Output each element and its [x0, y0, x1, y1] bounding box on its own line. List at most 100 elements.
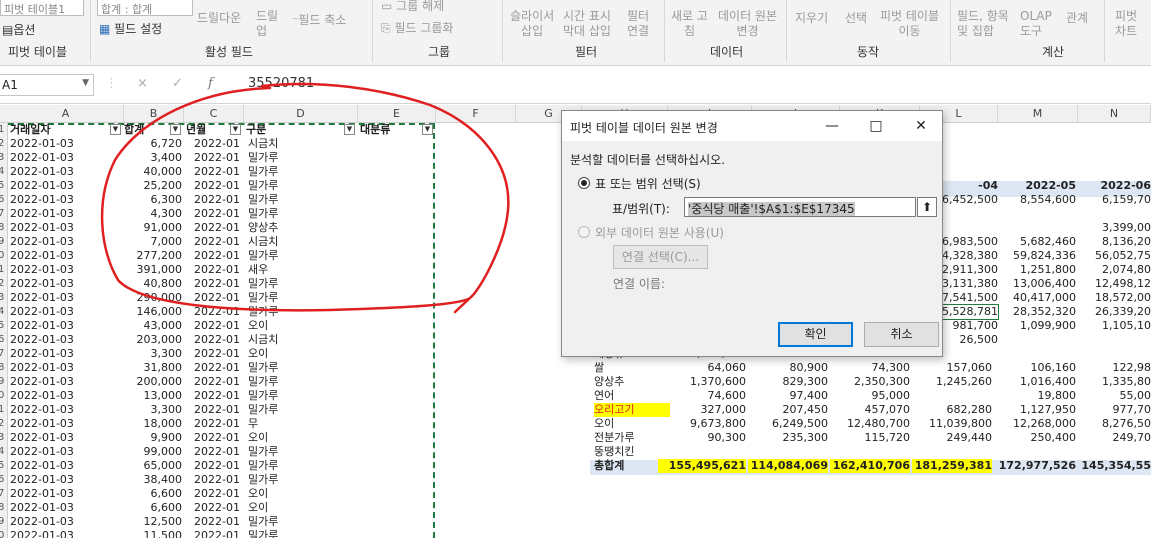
pivot-value-cell[interactable]: 55,00 [1078, 389, 1151, 403]
amount-cell[interactable]: 7,000 [68, 235, 183, 249]
row-header[interactable]: 9 [0, 375, 7, 389]
insert-function-icon[interactable]: f [208, 76, 213, 91]
category-cell[interactable]: 오이 [248, 319, 268, 333]
pivot-value-cell[interactable]: 2,074,80 [1078, 263, 1151, 277]
column-header-a[interactable]: A [8, 105, 124, 123]
field-settings-button[interactable]: ▦ 필드 설정 [99, 20, 162, 37]
row-header[interactable]: 7 [0, 207, 7, 221]
ok-button[interactable]: 확인 [778, 322, 853, 347]
category-cell[interactable]: 새우 [248, 263, 268, 277]
date-cell[interactable]: 2022-01-03 [10, 333, 74, 347]
column-header-d[interactable]: D [244, 105, 358, 123]
date-cell[interactable]: 2022-01-03 [10, 389, 74, 403]
date-cell[interactable]: 2022-01-03 [10, 501, 74, 515]
column-header-m[interactable]: M [998, 105, 1078, 123]
row-header[interactable]: 3 [0, 291, 7, 305]
amount-cell[interactable]: 203,000 [68, 333, 183, 347]
pivot-value-cell[interactable]: 12,498,12 [1078, 277, 1151, 291]
pivot-value-cell[interactable]: 977,70 [1078, 403, 1151, 417]
pivot-value-cell[interactable]: 1,099,900 [1000, 319, 1076, 333]
filter-dropdown-icon[interactable]: ▼ [422, 124, 433, 135]
row-header[interactable]: 9 [0, 515, 7, 529]
row-header[interactable]: 7 [0, 347, 7, 361]
pivot-value-cell[interactable]: 6,159,70 [1078, 193, 1151, 207]
row-header[interactable]: 1 [0, 263, 7, 277]
drilldown-button[interactable]: 드릴다운 [197, 9, 241, 26]
column-header-b[interactable]: B [124, 105, 184, 123]
group-field-button[interactable]: ⎘ 필드 그룹화 [381, 19, 453, 36]
pivot-value-cell[interactable]: 40,417,000 [1000, 291, 1076, 305]
row-header[interactable]: 4 [0, 165, 7, 179]
date-cell[interactable]: 2022-01-03 [10, 487, 74, 501]
month-cell[interactable]: 2022-01 [194, 235, 240, 249]
fields-items-sets-button[interactable]: 필드, 항목 및 집합 [957, 9, 1009, 39]
month-cell[interactable]: 2022-01 [194, 305, 240, 319]
amount-cell[interactable]: 43,000 [68, 319, 183, 333]
date-cell[interactable]: 2022-01-03 [10, 277, 74, 291]
range-radio[interactable] [578, 177, 590, 189]
month-cell[interactable]: 2022-01 [194, 277, 240, 291]
category-cell[interactable]: 밀가루 [248, 403, 278, 417]
pivot-value-cell[interactable]: 207,450 [748, 403, 829, 417]
category-cell[interactable]: 오이 [248, 431, 268, 445]
date-cell[interactable]: 2022-01-03 [10, 263, 74, 277]
amount-cell[interactable]: 3,300 [68, 347, 183, 361]
date-cell[interactable]: 2022-01-03 [10, 361, 74, 375]
pivot-row-label[interactable]: 쌀 [594, 361, 604, 375]
chevron-down-icon[interactable]: ▼ [82, 78, 89, 88]
name-box[interactable]: A1 ▼ [0, 74, 94, 96]
row-header[interactable]: 2 [0, 137, 7, 151]
pivot-value-cell[interactable]: 1,245,260 [912, 375, 992, 389]
row-header[interactable]: 6 [0, 333, 7, 347]
pivot-value-cell[interactable]: 13,006,400 [1000, 277, 1076, 291]
category-cell[interactable]: 양상추 [248, 221, 278, 235]
month-cell[interactable]: 2022-01 [194, 361, 240, 375]
pivot-value-cell[interactable]: 1,335,80 [1078, 375, 1151, 389]
date-cell[interactable]: 2022-01-03 [10, 151, 74, 165]
category-cell[interactable]: 밀가루 [248, 473, 278, 487]
amount-cell[interactable]: 91,000 [68, 221, 183, 235]
row-header[interactable]: 5 [0, 179, 7, 193]
amount-cell[interactable]: 3,400 [68, 151, 183, 165]
pivot-row-label[interactable]: 양상추 [594, 375, 624, 389]
amount-cell[interactable]: 146,000 [68, 305, 183, 319]
date-cell[interactable]: 2022-01-03 [10, 249, 74, 263]
pivot-value-cell[interactable]: 682,280 [912, 403, 993, 417]
amount-cell[interactable]: 4,300 [68, 207, 183, 221]
pivot-value-cell[interactable]: 6,452,500 [938, 193, 998, 207]
pivot-value-cell[interactable]: 28,352,320 [1000, 305, 1076, 319]
month-cell[interactable]: 2022-01 [194, 487, 240, 501]
date-cell[interactable]: 2022-01-03 [10, 235, 74, 249]
date-cell[interactable]: 2022-01-03 [10, 431, 74, 445]
pivot-value-cell[interactable]: 9,673,800 [658, 417, 746, 431]
row-header[interactable]: 2 [0, 277, 7, 291]
pivot-value-cell[interactable]: 1,016,400 [994, 375, 1076, 389]
date-cell[interactable]: 2022-01-03 [10, 179, 74, 193]
column-header-c[interactable]: C [184, 105, 244, 123]
change-data-source-button[interactable]: 데이터 원본 변경 [718, 9, 777, 39]
month-cell[interactable]: 2022-01 [194, 501, 240, 515]
category-cell[interactable]: 시금치 [248, 235, 278, 249]
date-cell[interactable]: 2022-01-03 [10, 375, 74, 389]
month-cell[interactable]: 2022-01 [194, 165, 240, 179]
row-header[interactable]: 5 [0, 459, 7, 473]
table-header-cell[interactable]: 구분 [246, 123, 266, 137]
pivot-value-cell[interactable]: 8,276,50 [1078, 417, 1151, 431]
date-cell[interactable]: 2022-01-03 [10, 165, 74, 179]
month-cell[interactable]: 2022-01 [194, 179, 240, 193]
insert-slicer-button[interactable]: 슬라이서 삽입 [510, 9, 554, 39]
category-cell[interactable]: 밀가루 [248, 389, 278, 403]
pivot-value-cell[interactable]: 829,300 [748, 375, 829, 389]
date-cell[interactable]: 2022-01-03 [10, 417, 74, 431]
pivot-value-cell[interactable]: 3,399,00 [1078, 221, 1151, 235]
pivot-value-cell[interactable]: 59,824,336 [1000, 249, 1076, 263]
table-header-cell[interactable]: 거래일자 [10, 123, 50, 137]
category-cell[interactable]: 밀가루 [248, 207, 278, 221]
pivot-value-cell[interactable]: 249,440 [912, 431, 993, 445]
pivot-value-cell[interactable]: 12,480,700 [830, 417, 910, 431]
date-cell[interactable]: 2022-01-03 [10, 529, 74, 538]
row-header[interactable]: 8 [0, 501, 7, 515]
row-header[interactable]: 1 [0, 403, 7, 417]
date-cell[interactable]: 2022-01-03 [10, 347, 74, 361]
amount-cell[interactable]: 65,000 [68, 459, 183, 473]
